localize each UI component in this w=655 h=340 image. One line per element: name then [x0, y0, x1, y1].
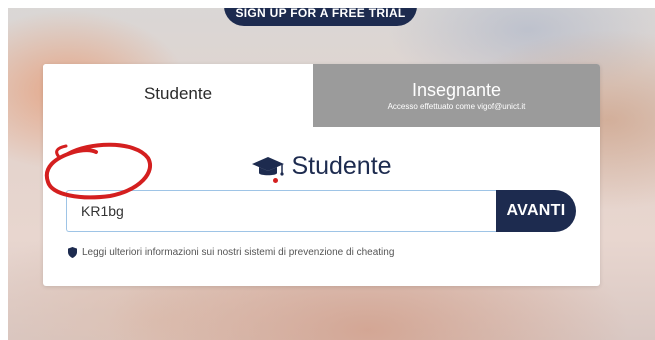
- graduation-cap-icon: [252, 156, 285, 176]
- cheating-info-link[interactable]: Leggi ulteriori informazioni sui nostri …: [68, 247, 394, 258]
- page-title-text: Studente: [291, 152, 392, 180]
- tab-student-label: Studente: [143, 83, 213, 103]
- red-annotation-dot: [273, 178, 278, 183]
- tab-teacher-subtitle: Accesso effettuato come vigof@unict.it: [387, 101, 526, 111]
- avanti-button[interactable]: AVANTI: [496, 190, 576, 232]
- role-tabs: Studente Insegnante Accesso effettuato c…: [43, 64, 600, 127]
- tab-teacher-label: Insegnante: [411, 79, 502, 100]
- image-border-left: [0, 0, 8, 340]
- join-card: Studente Insegnante Accesso effettuato c…: [43, 64, 600, 286]
- page-title: Studente: [43, 152, 600, 181]
- code-entry-row: AVANTI: [66, 190, 576, 232]
- cheating-info-text: Leggi ulteriori informazioni sui nostri …: [82, 247, 395, 258]
- game-code-input[interactable]: [66, 190, 496, 232]
- tab-student[interactable]: Studente: [43, 64, 313, 127]
- tab-teacher[interactable]: Insegnante Accesso effettuato come vigof…: [313, 64, 600, 127]
- shield-icon: [68, 247, 77, 258]
- image-border-top: [0, 0, 655, 8]
